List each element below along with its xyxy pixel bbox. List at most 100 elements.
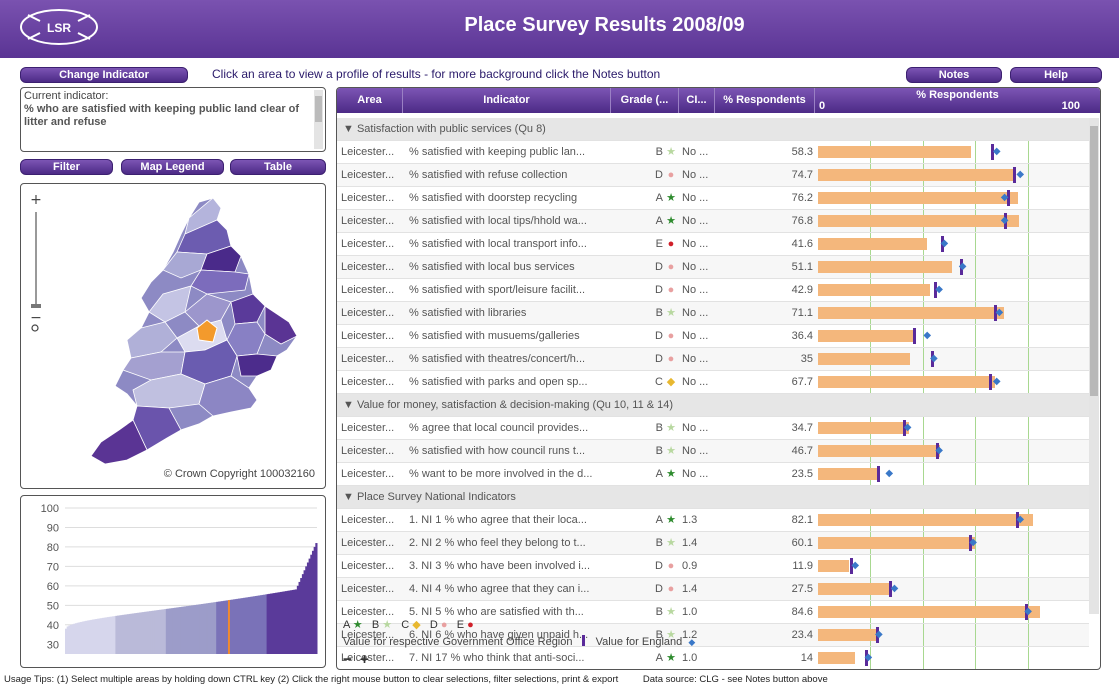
value-bar	[818, 422, 909, 434]
table-scrollbar[interactable]	[1089, 118, 1099, 614]
help-button[interactable]: Help	[1010, 67, 1102, 83]
table-row[interactable]: Leicester... % satisfied with refuse coll…	[337, 164, 1089, 187]
england-map[interactable]	[81, 194, 301, 469]
section-header-row[interactable]: ▼ Value for money, satisfaction & decisi…	[337, 394, 1089, 417]
table-row[interactable]: Leicester... % satisfied with local trans…	[337, 233, 1089, 256]
map-copyright: © Crown Copyright 100032160	[163, 468, 315, 480]
england-marker-icon: ◆	[935, 284, 943, 295]
gor-marker	[1012, 167, 1016, 183]
value-bar	[818, 652, 855, 664]
star-light-icon: ★	[379, 619, 402, 631]
gridline	[1027, 256, 1029, 278]
collapse-minus-button[interactable]: −	[343, 651, 352, 668]
scale-min-label: 0	[819, 100, 826, 112]
grade-star-green-icon: ★	[666, 192, 676, 204]
ci-cell: 1.0	[682, 652, 698, 664]
indicator-cell: 3. NI 3 % who have been involved i...	[409, 560, 590, 572]
col-indicator-header[interactable]: Indicator	[403, 88, 611, 113]
grade-cell: A	[655, 215, 663, 227]
pct-cell: 71.1	[791, 307, 813, 319]
grade-cell: D	[655, 284, 663, 296]
value-bar	[818, 537, 976, 549]
change-indicator-button[interactable]: Change Indicator	[20, 67, 188, 83]
table-button[interactable]: Table	[230, 159, 326, 175]
value-bar	[818, 514, 1034, 526]
col-ci-header[interactable]: CI...	[679, 88, 715, 113]
table-row[interactable]: Leicester... 7. NI 17 % who think that an…	[337, 647, 1089, 669]
pct-cell: 42.9	[791, 284, 813, 296]
gor-legend-label: Value for respective Government Office R…	[343, 636, 573, 648]
grade-star-green-icon: ★	[666, 215, 676, 227]
table-row[interactable]: Leicester... % satisfied with libraries B ★…	[337, 302, 1089, 325]
bar-cell: ◆	[818, 302, 1087, 324]
section-header-row[interactable]: ▼ Satisfaction with public services (Qu …	[337, 118, 1089, 141]
gridline	[922, 578, 924, 600]
grade-star-green-icon: ★	[666, 468, 676, 480]
col-pct-header[interactable]: % Respondents	[715, 88, 815, 113]
grade-cell: D	[655, 353, 663, 365]
scale-max-label: 100	[1061, 100, 1080, 112]
area-cell: Leicester...	[341, 514, 395, 526]
app-header: LSR Place Survey Results 2008/09	[0, 0, 1119, 58]
distribution-chart[interactable]: 100 90 80 70 60 50 40 30	[21, 496, 325, 667]
grade-star-light-icon: ★	[666, 537, 676, 549]
pct-cell: 11.9	[792, 560, 813, 572]
table-row[interactable]: Leicester... % satisfied with how council…	[337, 440, 1089, 463]
pct-cell: 23.4	[791, 629, 813, 641]
col-grade-header[interactable]: Grade (...	[611, 88, 679, 113]
grade-dot-pink-icon: ●	[667, 261, 675, 273]
table-row[interactable]: Leicester... % satisfied with sport/leisu…	[337, 279, 1089, 302]
indicator-scrollbar[interactable]	[314, 90, 323, 149]
section-label: ▼ Value for money, satisfaction & decisi…	[343, 399, 674, 411]
table-row[interactable]: Leicester... % satisfied with local tips/…	[337, 210, 1089, 233]
england-marker-icon: ◆	[1024, 606, 1032, 617]
col-area-header[interactable]: Area	[337, 88, 403, 113]
gridline	[870, 555, 872, 577]
gridline	[1027, 647, 1029, 669]
pct-cell: 82.1	[791, 514, 813, 526]
indicator-cell: % satisfied with local tips/hhold wa...	[409, 215, 587, 227]
value-bar	[818, 146, 971, 158]
table-row[interactable]: Leicester... % satisfied with theatres/co…	[337, 348, 1089, 371]
gridline	[975, 325, 977, 347]
map-panel[interactable]: + − © Crown Copyright 100032160	[20, 183, 326, 489]
zoom-slider[interactable]: + −	[29, 192, 43, 332]
section-header-row[interactable]: ▼ Place Survey National Indicators	[337, 486, 1089, 509]
pct-cell: 58.3	[791, 146, 813, 158]
table-row[interactable]: Leicester... 3. NI 3 % who have been invo…	[337, 555, 1089, 578]
gor-marker	[877, 466, 881, 482]
filter-button[interactable]: Filter	[20, 159, 113, 175]
england-marker-icon: ◆	[958, 261, 967, 272]
england-marker-icon: ◆	[1016, 514, 1025, 525]
grade-star-light-icon: ★	[666, 606, 676, 618]
grade-dot-pink-icon: ●	[667, 284, 675, 296]
indicator-cell: % satisfied with musuems/galleries	[409, 330, 580, 342]
gridline	[1027, 555, 1029, 577]
pct-cell: 35	[800, 353, 813, 365]
map-legend-button[interactable]: Map Legend	[121, 159, 224, 175]
grade-dot-red-icon: ●	[667, 238, 675, 250]
table-row[interactable]: Leicester... 4. NI 4 % who agree that the…	[337, 578, 1089, 601]
notes-button[interactable]: Notes	[906, 67, 1002, 83]
expand-plus-button[interactable]: +	[360, 651, 369, 668]
gridline	[975, 463, 977, 485]
table-row[interactable]: Leicester... % want to be more involved i…	[337, 463, 1089, 486]
bar-cell: ◆	[818, 509, 1087, 531]
table-row[interactable]: Leicester... % satisfied with doorstep re…	[337, 187, 1089, 210]
gridline	[975, 647, 977, 669]
gridline	[975, 233, 977, 255]
table-row[interactable]: Leicester... % satisfied with musuems/gal…	[337, 325, 1089, 348]
grade-star-green-icon: ★	[666, 514, 676, 526]
table-row[interactable]: Leicester... 1. NI 1 % who agree that the…	[337, 509, 1089, 532]
table-row[interactable]: Leicester... % satisfied with keeping pub…	[337, 141, 1089, 164]
col-bar-header[interactable]: % Respondents 0 100	[815, 88, 1100, 113]
value-bar	[818, 238, 927, 250]
grade-star-light-icon: ★	[666, 422, 676, 434]
table-row[interactable]: Leicester... % satisfied with parks and o…	[337, 371, 1089, 394]
england-marker-icon: ◆	[890, 583, 899, 594]
table-row[interactable]: Leicester... 2. NI 2 % who feel they belo…	[337, 532, 1089, 555]
table-row[interactable]: Leicester... % satisfied with local bus s…	[337, 256, 1089, 279]
mini-y-tick-label: 70	[47, 561, 59, 573]
table-row[interactable]: Leicester... % agree that local council p…	[337, 417, 1089, 440]
bar-cell: ◆	[818, 555, 1087, 577]
